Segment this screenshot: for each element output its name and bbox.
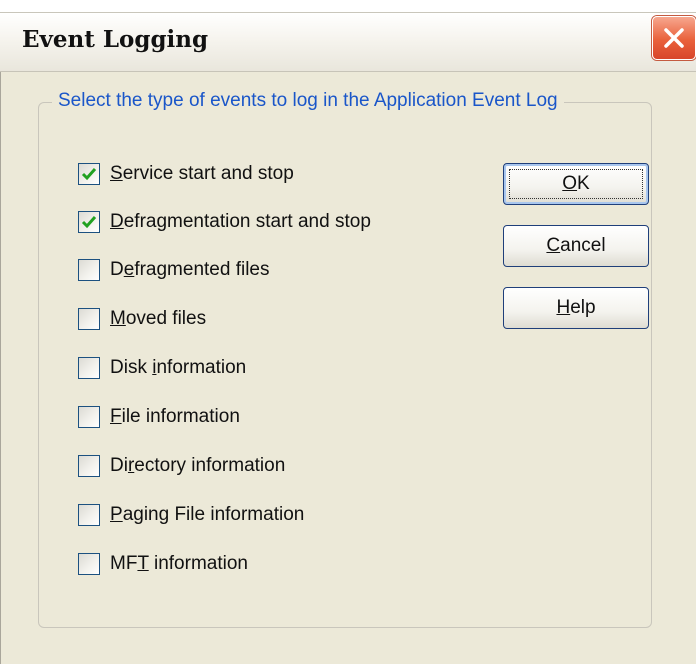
groupbox-legend: Select the type of events to log in the … [52,90,564,112]
top-strip [0,0,696,12]
option-defragmented-files[interactable]: Defragmented files [78,255,270,285]
option-moved-files[interactable]: Moved files [78,304,206,334]
option-mft-information[interactable]: MFT information [78,549,248,579]
checkbox[interactable] [78,308,100,330]
option-label: Defragmented files [110,259,270,280]
checkbox[interactable] [78,504,100,526]
option-service-start-stop[interactable]: Service start and stop [78,159,294,189]
help-button-label: Help [556,297,596,318]
option-defrag-start-stop[interactable]: Defragmentation start and stop [78,207,371,237]
event-logging-dialog: Event Logging Select the type of events … [0,0,696,664]
close-x-icon [664,28,684,48]
title-bar[interactable]: Event Logging [0,12,696,72]
option-label: MFT information [110,553,248,574]
close-button[interactable] [652,16,696,60]
option-paging-file-information[interactable]: Paging File information [78,500,304,530]
checkbox[interactable] [78,259,100,281]
checkbox[interactable] [78,163,100,185]
checkbox[interactable] [78,406,100,428]
help-button[interactable]: Help [503,287,649,329]
checkbox[interactable] [78,455,100,477]
option-label: Service start and stop [110,163,294,184]
checkmark-icon [81,216,97,229]
ok-button[interactable]: OK [503,163,649,205]
checkbox[interactable] [78,357,100,379]
option-label: Directory information [110,455,286,476]
focus-rect [509,169,643,199]
window-frame-left [0,72,10,664]
cancel-button-label: Cancel [546,235,606,256]
checkbox[interactable] [78,553,100,575]
option-label: Moved files [110,308,207,329]
option-label: Defragmentation start and stop [110,211,371,232]
checkbox[interactable] [78,211,100,233]
option-label: File information [110,406,240,427]
option-label: Paging File information [110,504,305,525]
option-label: Disk information [110,357,247,378]
window-title: Event Logging [22,26,209,53]
option-file-information[interactable]: File information [78,402,240,432]
checkmark-icon [81,168,97,181]
option-directory-information[interactable]: Directory information [78,451,285,481]
option-disk-information[interactable]: Disk information [78,353,246,383]
cancel-button[interactable]: Cancel [503,225,649,267]
